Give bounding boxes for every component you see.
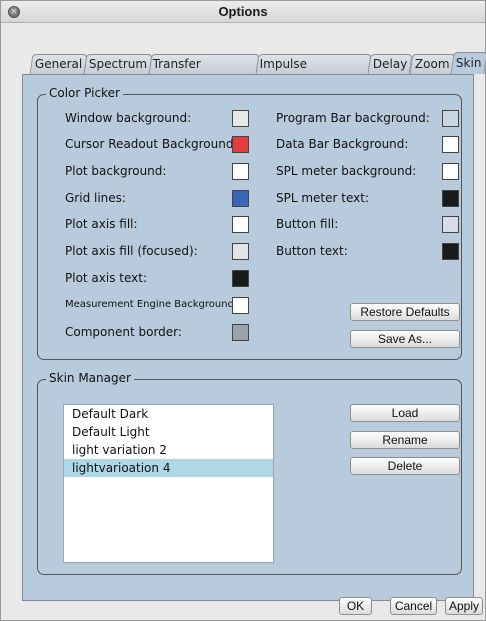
delete-button[interactable]: Delete: [350, 457, 460, 475]
plot-axis-fill-label: Plot axis fill:: [65, 217, 138, 231]
apply-button[interactable]: Apply: [445, 597, 483, 615]
tab-spectrum[interactable]: Spectrum: [83, 54, 153, 74]
skin-manager-group: Skin Manager Default Dark Default Light …: [37, 371, 462, 575]
tab-delay[interactable]: Delay: [368, 54, 414, 74]
plot-axis-fill-focused-label: Plot axis fill (focused):: [65, 244, 198, 258]
plot-axis-fill-focused-swatch[interactable]: [232, 243, 249, 260]
color-picker-title: Color Picker: [46, 86, 123, 100]
title-bar: × Options: [1, 1, 485, 23]
load-button[interactable]: Load: [350, 404, 460, 422]
rename-button[interactable]: Rename: [350, 431, 460, 449]
plot-axis-text-label: Plot axis text:: [65, 271, 148, 285]
ok-button[interactable]: OK: [339, 597, 372, 615]
list-item[interactable]: Default Light: [64, 423, 273, 441]
window-background-swatch[interactable]: [232, 110, 249, 127]
list-item-selected[interactable]: lightvarioation 4: [64, 459, 273, 477]
button-fill-swatch[interactable]: [442, 216, 459, 233]
cancel-button[interactable]: Cancel: [390, 597, 437, 615]
tab-skin[interactable]: Skin: [450, 52, 486, 74]
cursor-readout-background-label: Cursor Readout Background:: [65, 137, 238, 151]
spl-meter-background-swatch[interactable]: [442, 163, 459, 180]
tab-impulse-response[interactable]: Impulse Response: [255, 54, 372, 90]
restore-defaults-button[interactable]: Restore Defaults: [350, 303, 460, 321]
plot-axis-text-swatch[interactable]: [232, 270, 249, 287]
plot-background-swatch[interactable]: [232, 163, 249, 180]
component-border-label: Component border:: [65, 325, 182, 339]
program-bar-background-swatch[interactable]: [442, 110, 459, 127]
spl-meter-text-label: SPL meter text:: [276, 191, 369, 205]
options-window: × Options General Spectrum Transfer Func…: [0, 0, 486, 621]
skin-manager-title: Skin Manager: [46, 371, 134, 385]
skin-tab-panel: Color Picker Window background: Cursor R…: [22, 74, 474, 601]
spl-meter-text-swatch[interactable]: [442, 190, 459, 207]
list-item[interactable]: light variation 2: [64, 441, 273, 459]
skin-list[interactable]: Default Dark Default Light light variati…: [63, 404, 274, 563]
button-text-swatch[interactable]: [442, 243, 459, 260]
measurement-engine-background-label: Measurement Engine Background:: [65, 299, 238, 310]
tab-general[interactable]: General: [29, 54, 88, 74]
list-item[interactable]: Default Dark: [64, 405, 273, 423]
tab-zoom[interactable]: Zoom: [409, 54, 455, 74]
tab-bar: General Spectrum Transfer Function Impul…: [29, 52, 486, 90]
plot-background-label: Plot background:: [65, 164, 167, 178]
window-background-label: Window background:: [65, 111, 192, 125]
save-as-button[interactable]: Save As...: [350, 330, 460, 348]
window-title: Options: [218, 4, 268, 19]
data-bar-background-swatch[interactable]: [442, 136, 459, 153]
tab-transfer-function[interactable]: Transfer Function: [149, 54, 260, 90]
grid-lines-swatch[interactable]: [232, 190, 249, 207]
button-fill-label: Button fill:: [276, 217, 339, 231]
data-bar-background-label: Data Bar Background:: [276, 137, 409, 151]
measurement-engine-background-swatch[interactable]: [232, 297, 249, 314]
cursor-readout-background-swatch[interactable]: [232, 136, 249, 153]
spl-meter-background-label: SPL meter background:: [276, 164, 417, 178]
button-text-label: Button text:: [276, 244, 348, 258]
plot-axis-fill-swatch[interactable]: [232, 216, 249, 233]
color-picker-group: Color Picker Window background: Cursor R…: [37, 86, 462, 360]
component-border-swatch[interactable]: [232, 324, 249, 341]
program-bar-background-label: Program Bar background:: [276, 111, 430, 125]
grid-lines-label: Grid lines:: [65, 191, 126, 205]
